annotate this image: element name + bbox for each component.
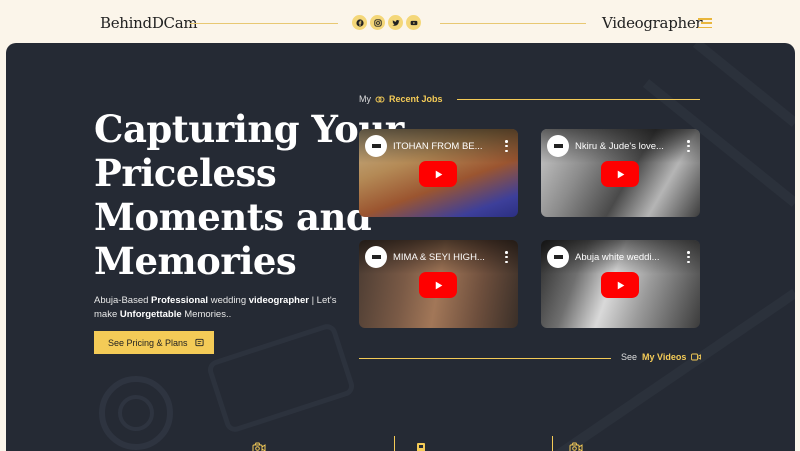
- my-videos-divider: [359, 358, 611, 359]
- video-thumbnail[interactable]: ITOHAN FROM BE...: [359, 129, 518, 217]
- video-thumbnail[interactable]: MIMA & SEYI HIGH...: [359, 240, 518, 328]
- instagram-icon[interactable]: [370, 15, 385, 30]
- recent-jobs-heading: My Recent Jobs: [359, 94, 443, 104]
- site-logo[interactable]: BehindDCam: [100, 14, 198, 32]
- header-divider-right: [440, 23, 586, 24]
- rings-icon: [375, 96, 385, 103]
- subtext-part: Abuja-Based: [94, 295, 152, 306]
- facebook-icon[interactable]: [352, 15, 367, 30]
- channel-avatar[interactable]: [547, 246, 569, 268]
- subtext-bold: Unforgettable: [119, 309, 182, 320]
- site-header: BehindDCam Videographer: [0, 0, 800, 44]
- youtube-icon[interactable]: [406, 15, 421, 30]
- video-thumbnail[interactable]: Abuja white weddi...: [541, 240, 700, 328]
- my-videos-prefix: See: [621, 352, 638, 362]
- subtext-bold: Professional: [151, 295, 209, 306]
- hero-headline: Capturing Your Priceless Moments and Mem…: [94, 107, 404, 283]
- twitter-icon[interactable]: [388, 15, 403, 30]
- channel-avatar[interactable]: [365, 246, 387, 268]
- play-button-icon[interactable]: [419, 272, 457, 298]
- play-button-icon[interactable]: [419, 161, 457, 187]
- subtext-part: Memories..: [181, 309, 232, 320]
- play-button-icon[interactable]: [601, 272, 639, 298]
- recent-jobs-divider: [457, 99, 700, 100]
- video-title[interactable]: Nkiru & Jude's love...: [575, 141, 675, 152]
- feature-divider: [394, 436, 395, 451]
- hero-subtext: Abuja-Based Professional wedding videogr…: [94, 294, 344, 322]
- video-thumbnail[interactable]: Nkiru & Jude's love...: [541, 129, 700, 217]
- more-options-icon[interactable]: [687, 251, 690, 263]
- price-tag-icon: [194, 338, 204, 347]
- video-title[interactable]: MIMA & SEYI HIGH...: [393, 252, 493, 263]
- feature-divider: [552, 436, 553, 451]
- see-pricing-label: See Pricing & Plans: [108, 337, 188, 348]
- camera-icon: [569, 442, 583, 451]
- social-links: [352, 15, 421, 30]
- channel-avatar[interactable]: [547, 135, 569, 157]
- see-pricing-button[interactable]: See Pricing & Plans: [94, 331, 214, 354]
- brand-tagline: Videographer: [602, 14, 703, 32]
- recent-jobs-prefix: My: [359, 94, 371, 104]
- video-title[interactable]: ITOHAN FROM BE...: [393, 141, 493, 152]
- headline-line: Memories: [94, 239, 297, 283]
- my-videos-label: My Videos: [642, 352, 687, 362]
- more-options-icon[interactable]: [505, 251, 508, 263]
- hamburger-icon[interactable]: [698, 18, 712, 28]
- see-my-videos-link[interactable]: See My Videos: [621, 352, 702, 362]
- play-button-icon[interactable]: [601, 161, 639, 187]
- hero-panel: Capturing Your Priceless Moments and Mem…: [6, 43, 795, 451]
- subtext-part: wedding: [208, 295, 249, 306]
- drone-icon: [417, 443, 425, 451]
- more-options-icon[interactable]: [687, 140, 690, 152]
- headline-line: Moments and: [94, 195, 372, 239]
- more-options-icon[interactable]: [505, 140, 508, 152]
- channel-avatar[interactable]: [365, 135, 387, 157]
- subtext-bold: videographer: [248, 295, 309, 306]
- camera-icon: [252, 442, 266, 451]
- header-divider-left: [190, 23, 338, 24]
- video-title[interactable]: Abuja white weddi...: [575, 252, 675, 263]
- video-camera-icon: [691, 353, 702, 361]
- headline-line: Priceless: [94, 151, 277, 195]
- headline-line: Capturing Your: [94, 107, 404, 151]
- recent-jobs-label: Recent Jobs: [389, 94, 443, 104]
